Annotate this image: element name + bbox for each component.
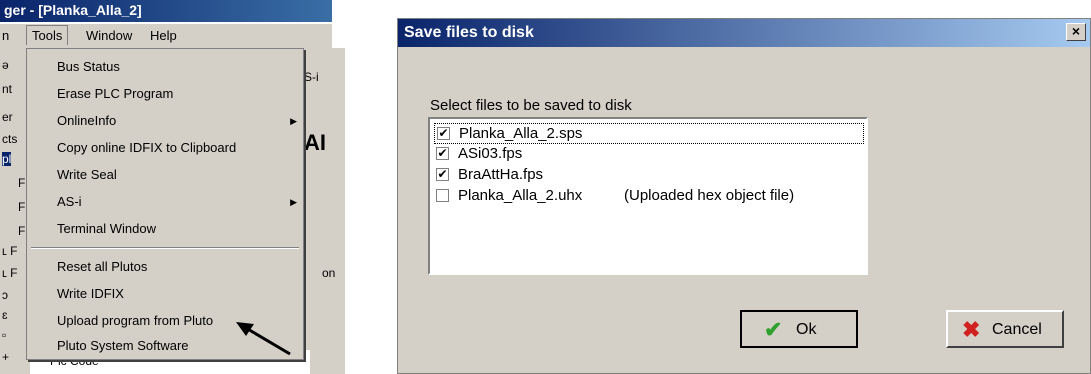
file-checkbox[interactable] [436,189,449,202]
file-name: BraAttHa.fps [458,166,544,183]
menu-separator [31,247,299,249]
menu-item-terminal-window[interactable]: Terminal Window [57,217,156,241]
tools-menu: Bus Status Erase PLC Program OnlineInfo ▶… [26,48,304,360]
menu-item-bus-status[interactable]: Bus Status [57,55,120,79]
right-fragment: S-i [304,70,319,84]
app-window-left: ger - [Planka_Alla_2] n Tools Window Hel… [0,0,345,374]
menu-item-upload-program[interactable]: Upload program from Pluto [57,309,213,333]
tree-fragment[interactable]: pl [2,152,12,166]
tree-fragment[interactable]: F [18,176,25,190]
file-checkbox[interactable]: ✔ [436,168,449,181]
tree-fragment[interactable]: F [18,200,25,214]
pointer-arrow-icon [236,322,291,356]
menu-bar: n Tools Window Help [0,24,332,48]
tree-fragment: ɛ [2,308,8,322]
file-description: (Uploaded hex object file) [624,187,795,204]
file-name: ASi03.fps [458,145,523,162]
tree-fragment: cts [2,132,18,146]
submenu-arrow-icon: ▶ [290,197,297,207]
submenu-arrow-icon: ▶ [290,116,297,126]
tree-fragment: ɔ [2,288,8,302]
ok-button[interactable]: ✔ Ok [740,310,858,348]
tree-fragment[interactable]: ʟ F [2,266,18,280]
ok-label: Ok [796,321,817,338]
dialog-titlebar: Save files to disk × [398,19,1090,47]
file-name: Planka_Alla_2.uhx [458,187,583,204]
dialog-title: Save files to disk [404,24,534,41]
menu-item-reset-all-plutos[interactable]: Reset all Plutos [57,255,147,279]
window-titlebar: ger - [Planka_Alla_2] [0,0,332,22]
tree-fragment: ▫ [2,328,7,342]
tree-fragment[interactable]: F [18,224,25,238]
tree-fragment: + [2,350,10,364]
file-row[interactable]: ✔ BraAttHa.fps [434,165,864,186]
file-list[interactable]: ✔ Planka_Alla_2.sps ✔ ASi03.fps ✔ BraAtt… [428,117,868,275]
right-fragment: AI [304,130,326,155]
menu-item-pluto-system-software[interactable]: Pluto System Software [57,334,189,358]
tree-fragment: ə [2,58,9,72]
file-row[interactable]: Planka_Alla_2.uhx (Uploaded hex object f… [434,186,864,207]
menu-window[interactable]: Window [86,28,132,43]
cancel-label: Cancel [992,321,1042,338]
file-name: Planka_Alla_2.sps [459,125,583,142]
cross-icon: ✖ [962,317,981,342]
file-checkbox[interactable]: ✔ [436,147,449,160]
file-row[interactable]: ✔ Planka_Alla_2.sps [434,123,864,144]
menu-item-write-idfix[interactable]: Write IDFIX [57,282,124,306]
right-panel: S-i AI on [300,48,345,374]
checkmark-icon: ✔ [764,317,783,342]
menu-item-as-i[interactable]: AS-i ▶ [57,190,297,214]
tree-fragment: er [2,110,13,124]
tree-fragment[interactable]: ʟ F [2,244,18,258]
dialog-prompt: Select files to be saved to disk [430,97,632,114]
menu-item-write-seal[interactable]: Write Seal [57,163,117,187]
menu-item-onlineinfo[interactable]: OnlineInfo ▶ [57,109,297,133]
menu-help[interactable]: Help [150,28,177,43]
menu-tools[interactable]: Tools [26,25,69,45]
tree-fragment: nt [2,82,13,96]
save-files-dialog: Save files to disk × Select files to be … [397,18,1091,374]
menu-fragment[interactable]: n [2,28,9,43]
file-checkbox[interactable]: ✔ [437,127,450,140]
menu-item-erase-plc-program[interactable]: Erase PLC Program [57,82,173,106]
file-row[interactable]: ✔ ASi03.fps [434,144,864,165]
close-icon[interactable]: × [1066,23,1086,41]
cancel-button[interactable]: ✖ Cancel [946,310,1064,348]
right-fragment: on [322,266,336,280]
menu-item-copy-idfix[interactable]: Copy online IDFIX to Clipboard [57,136,236,160]
